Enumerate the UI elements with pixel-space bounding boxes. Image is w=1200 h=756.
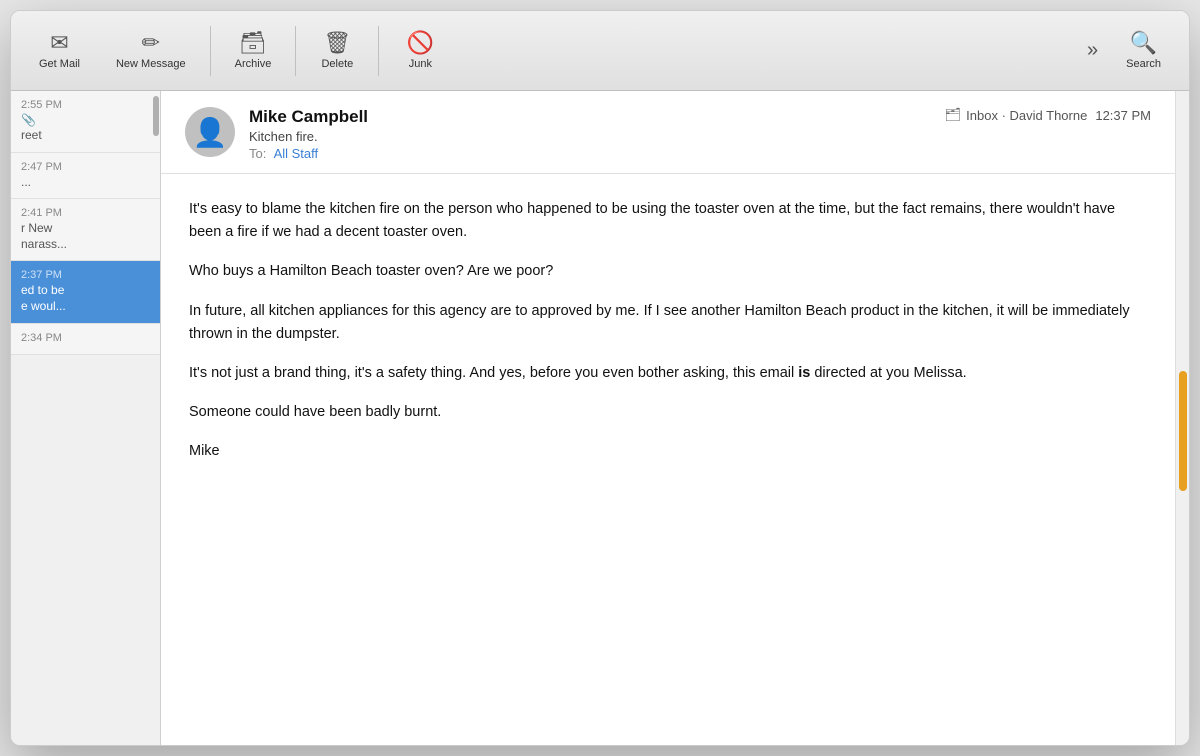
sidebar-item-0[interactable]: 2:55 PM 📎 reet (11, 91, 160, 153)
toolbar-divider-1 (210, 26, 211, 76)
get-mail-icon: ✉ (50, 32, 68, 54)
junk-button[interactable]: 🚫 Junk (385, 26, 455, 76)
email-header-top: 👤 Mike Campbell Kitchen fire. To: All St… (185, 107, 1151, 161)
email-bold-is: is (798, 365, 810, 381)
new-message-icon: ✏ (142, 32, 160, 54)
sidebar-item-text-2: r Newnarass... (21, 221, 146, 252)
archive-icon: 🗃 (239, 32, 267, 54)
email-sender: Mike Campbell (249, 107, 931, 127)
email-to-value: All Staff (274, 146, 319, 161)
archive-button[interactable]: 🗃 Archive (217, 26, 290, 76)
new-message-button[interactable]: ✏ New Message (98, 26, 204, 76)
delete-button[interactable]: 🗑 Delete (302, 26, 372, 76)
email-inbox-label: Inbox · David Thorne (966, 108, 1087, 123)
attachment-icon-0: 📎 (21, 113, 146, 127)
sidebar-item-time-4: 2:34 PM (21, 332, 146, 344)
email-paragraph-3: It's not just a brand thing, it's a safe… (189, 362, 1147, 385)
toolbar-divider-2 (295, 26, 296, 76)
delete-icon: 🗑 (323, 32, 351, 54)
right-scrollbar-track[interactable] (1175, 91, 1189, 745)
email-inbox-badge: 🗂 Inbox · David Thorne (945, 107, 1088, 123)
new-message-label: New Message (116, 58, 186, 70)
sidebar-item-time-0: 2:55 PM (21, 99, 146, 111)
email-paragraph-1: Who buys a Hamilton Beach toaster oven? … (189, 260, 1147, 283)
email-body: It's easy to blame the kitchen fire on t… (161, 174, 1175, 745)
sidebar-item-time-2: 2:41 PM (21, 207, 146, 219)
junk-label: Junk (409, 58, 432, 70)
email-header: 👤 Mike Campbell Kitchen fire. To: All St… (161, 91, 1175, 174)
sidebar-item-text-1: ... (21, 175, 146, 191)
search-button[interactable]: 🔍 Search (1108, 26, 1179, 76)
sender-avatar: 👤 (185, 107, 235, 157)
sidebar-scrollbar-track[interactable] (152, 91, 160, 745)
email-subject: Kitchen fire. (249, 129, 931, 144)
toolbar-divider-3 (378, 26, 379, 76)
folder-icon: 🗂 (945, 107, 962, 123)
search-label: Search (1126, 58, 1161, 70)
email-paragraph-2: In future, all kitchen appliances for th… (189, 300, 1147, 346)
archive-label: Archive (235, 58, 272, 70)
email-paragraph-4: Someone could have been badly burnt. (189, 401, 1147, 424)
right-scrollbar-thumb (1179, 371, 1187, 491)
email-paragraph-5: Mike (189, 440, 1147, 463)
sidebar: 2:55 PM 📎 reet 2:47 PM ... 2:41 PM r New… (11, 91, 161, 745)
more-actions-button[interactable]: » (1077, 33, 1108, 68)
sidebar-item-3[interactable]: 2:37 PM ed to bee woul... (11, 261, 160, 323)
email-to: To: All Staff (249, 146, 931, 161)
get-mail-label: Get Mail (39, 58, 80, 70)
sidebar-item-text-3: ed to bee woul... (21, 283, 146, 314)
email-pane: 👤 Mike Campbell Kitchen fire. To: All St… (161, 91, 1175, 745)
toolbar: ✉ Get Mail ✏ New Message 🗃 Archive 🗑 Del… (11, 11, 1189, 91)
sidebar-item-text-0: reet (21, 128, 146, 144)
search-icon: 🔍 (1130, 32, 1157, 54)
email-meta: 🗂 Inbox · David Thorne 12:37 PM (945, 107, 1151, 123)
delete-label: Delete (321, 58, 353, 70)
email-paragraph-0: It's easy to blame the kitchen fire on t… (189, 198, 1147, 244)
avatar-person-icon: 👤 (193, 116, 228, 149)
get-mail-button[interactable]: ✉ Get Mail (21, 26, 98, 76)
junk-icon: 🚫 (407, 32, 434, 54)
main-content: 2:55 PM 📎 reet 2:47 PM ... 2:41 PM r New… (11, 91, 1189, 745)
sidebar-item-time-1: 2:47 PM (21, 161, 146, 173)
sidebar-item-2[interactable]: 2:41 PM r Newnarass... (11, 199, 160, 261)
email-to-label: To: (249, 146, 266, 161)
email-time: 12:37 PM (1095, 108, 1151, 123)
sidebar-item-4[interactable]: 2:34 PM (11, 324, 160, 355)
sidebar-scrollbar-thumb (153, 96, 159, 136)
mail-app-window: ✉ Get Mail ✏ New Message 🗃 Archive 🗑 Del… (10, 10, 1190, 746)
email-header-info: Mike Campbell Kitchen fire. To: All Staf… (249, 107, 931, 161)
sidebar-item-time-3: 2:37 PM (21, 269, 146, 281)
sidebar-item-1[interactable]: 2:47 PM ... (11, 153, 160, 200)
